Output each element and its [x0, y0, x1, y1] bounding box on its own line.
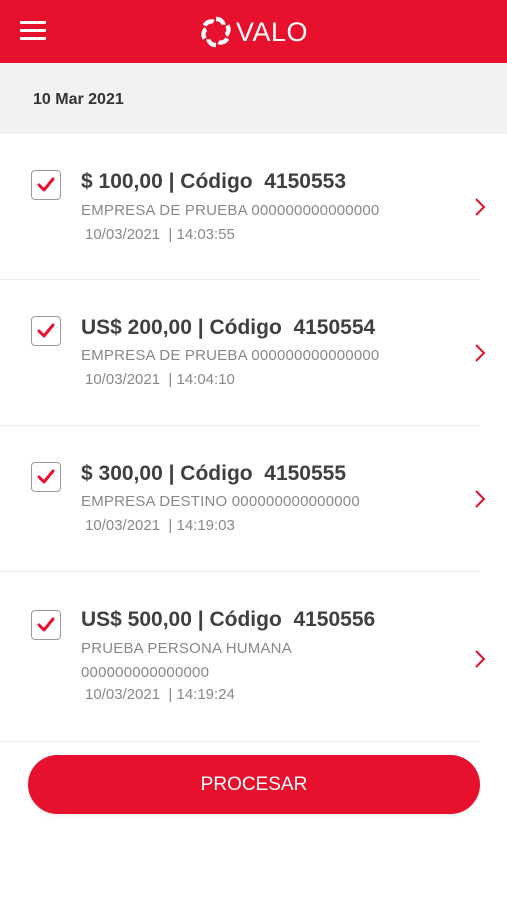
- hamburger-menu-icon[interactable]: [20, 20, 46, 42]
- item-checkbox[interactable]: [31, 170, 61, 200]
- item-datetime: 10/03/2021 | 14:04:10: [85, 371, 235, 388]
- checkmark-icon: [37, 323, 55, 338]
- chevron-right-icon[interactable]: [473, 649, 487, 669]
- divider: [0, 741, 480, 742]
- checkmark-icon: [37, 617, 55, 632]
- app-logo: VALO: [198, 12, 308, 52]
- process-button[interactable]: PROCESAR: [28, 755, 480, 814]
- item-company: PRUEBA PERSONA HUMANA 000000000000000: [81, 640, 292, 681]
- date-section-header: 10 Mar 2021: [0, 63, 507, 134]
- item-title: $ 300,00 | Código 4150555: [81, 462, 347, 485]
- item-company: EMPRESA DE PRUEBA 000000000000000: [81, 202, 380, 219]
- item-title: $ 100,00 | Código 4150553: [81, 170, 347, 193]
- item-datetime: 10/03/2021 | 14:03:55: [85, 226, 235, 243]
- valo-spiral-logo-icon: [201, 16, 231, 48]
- section-date: 10 Mar 2021: [33, 91, 124, 108]
- item-datetime: 10/03/2021 | 14:19:24: [85, 686, 235, 703]
- list-item[interactable]: US$ 500,00 | Código 4150556 PRUEBA PERSO…: [0, 572, 507, 742]
- chevron-right-icon[interactable]: [473, 489, 487, 509]
- item-company: EMPRESA DESTINO 000000000000000: [81, 493, 360, 510]
- item-title: US$ 200,00 | Código 4150554: [81, 316, 376, 339]
- item-title: US$ 500,00 | Código 4150556: [81, 608, 376, 631]
- chevron-right-icon[interactable]: [473, 343, 487, 363]
- item-checkbox[interactable]: [31, 610, 61, 640]
- list-item[interactable]: $ 100,00 | Código 4150553 EMPRESA DE PRU…: [0, 134, 507, 280]
- list-item[interactable]: $ 300,00 | Código 4150555 EMPRESA DESTIN…: [0, 426, 507, 572]
- item-checkbox[interactable]: [31, 316, 61, 346]
- item-datetime: 10/03/2021 | 14:19:03: [85, 517, 235, 534]
- item-checkbox[interactable]: [31, 462, 61, 492]
- chevron-right-icon[interactable]: [473, 197, 487, 217]
- app-header: VALO: [0, 0, 507, 63]
- logo-text: VALO: [236, 16, 309, 47]
- list-item[interactable]: US$ 200,00 | Código 4150554 EMPRESA DE P…: [0, 280, 507, 426]
- checkmark-icon: [37, 469, 55, 484]
- checkmark-icon: [37, 177, 55, 192]
- item-company: EMPRESA DE PRUEBA 000000000000000: [81, 347, 380, 364]
